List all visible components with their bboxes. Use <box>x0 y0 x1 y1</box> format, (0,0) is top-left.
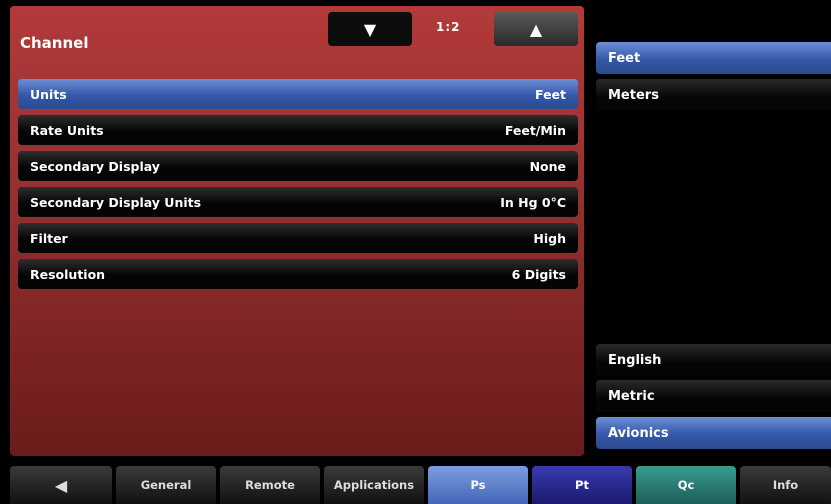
setting-value: High <box>533 230 566 246</box>
setting-value: 6 Digits <box>511 266 566 282</box>
setting-label: Resolution <box>30 266 106 282</box>
setting-value: Feet/Min <box>504 122 566 138</box>
tab-info[interactable]: Info <box>740 466 831 504</box>
option-english[interactable]: English <box>596 344 831 376</box>
setting-value: Feet <box>535 86 566 102</box>
setting-row-filter[interactable]: Filter High <box>18 223 578 253</box>
settings-list: Units Feet Rate Units Feet/Min Secondary… <box>18 79 578 295</box>
tab-qc[interactable]: Qc <box>636 466 736 504</box>
setting-label: Units <box>30 86 67 102</box>
setting-label: Rate Units <box>30 122 104 138</box>
triangle-left-icon: ◀ <box>54 475 68 495</box>
setting-label: Filter <box>30 230 68 246</box>
setting-row-secondary-display-units[interactable]: Secondary Display Units In Hg 0°C <box>18 187 578 217</box>
option-avionics[interactable]: Avionics <box>596 417 831 449</box>
setting-row-resolution[interactable]: Resolution 6 Digits <box>18 259 578 289</box>
back-button[interactable]: ◀ <box>10 466 112 504</box>
tab-general[interactable]: General <box>116 466 216 504</box>
setting-label: Secondary Display <box>30 158 160 174</box>
page-up-button[interactable]: ▲ <box>494 12 578 46</box>
tab-applications[interactable]: Applications <box>324 466 424 504</box>
tab-remote[interactable]: Remote <box>220 466 320 504</box>
tab-ps[interactable]: Ps <box>428 466 528 504</box>
option-metric[interactable]: Metric <box>596 380 831 412</box>
setting-row-rate-units[interactable]: Rate Units Feet/Min <box>18 115 578 145</box>
bottom-tab-bar: ◀ General Remote Applications Ps Pt Qc I… <box>10 466 831 504</box>
triangle-up-icon: ▲ <box>529 19 543 39</box>
page-title: Channel <box>20 34 89 52</box>
tab-pt[interactable]: Pt <box>532 466 632 504</box>
setting-row-units[interactable]: Units Feet <box>18 79 578 109</box>
channel-panel: Channel ▼ 1:2 ▲ Units Feet Rate Units Fe… <box>10 6 584 456</box>
setting-value: In Hg 0°C <box>500 194 566 210</box>
page-indicator: 1:2 <box>436 20 461 34</box>
setting-label: Secondary Display Units <box>30 194 202 210</box>
page-down-button[interactable]: ▼ <box>328 12 412 46</box>
option-meters[interactable]: Meters <box>596 79 831 111</box>
triangle-down-icon: ▼ <box>363 19 377 39</box>
option-feet[interactable]: Feet <box>596 42 831 74</box>
setting-row-secondary-display[interactable]: Secondary Display None <box>18 151 578 181</box>
setting-value: None <box>529 158 566 174</box>
